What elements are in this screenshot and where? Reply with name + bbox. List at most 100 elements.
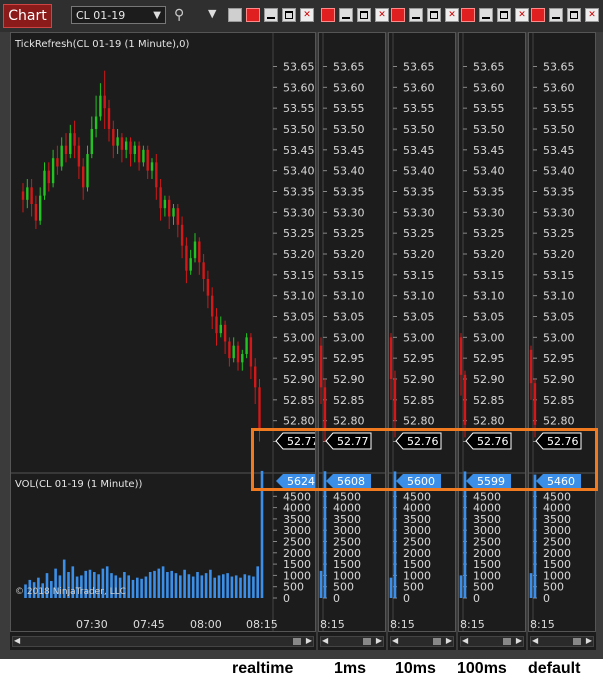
volume-bar <box>234 575 238 598</box>
maximize-icon[interactable] <box>427 8 441 22</box>
chart-panel-1ms[interactable]: 53.65 53.60 53.55 53.50 53.45 53.40 53.35 53.30… <box>318 32 386 632</box>
candle-body <box>245 337 248 354</box>
price-tick-label: 52.80 <box>473 415 505 428</box>
volume-bar <box>463 471 467 598</box>
price-tick-label: 53.25 <box>473 227 505 240</box>
price-tick-label: 53.60 <box>403 81 435 94</box>
candle-body <box>254 366 257 388</box>
candle-body <box>43 170 46 196</box>
volume-bar <box>323 471 327 598</box>
scroll-left-icon[interactable]: ◀ <box>532 636 538 645</box>
horizontal-scrollbar[interactable]: ◀ ▶ <box>460 636 524 647</box>
candle-body <box>150 162 154 171</box>
scroll-left-icon[interactable]: ◀ <box>462 636 468 645</box>
price-tick-label: 52.95 <box>283 352 315 365</box>
maximize-icon[interactable] <box>497 8 511 22</box>
volume-bar <box>157 568 161 598</box>
candle-body <box>459 337 463 375</box>
time-tick-label: 07:30 <box>76 618 108 631</box>
scroll-right-icon[interactable]: ▶ <box>586 636 592 645</box>
price-tick-label: 53.00 <box>473 331 505 344</box>
candle-body <box>82 166 85 188</box>
close-icon[interactable]: ✕ <box>445 8 459 22</box>
scroll-thumb[interactable] <box>503 638 511 645</box>
candle-body <box>323 387 327 429</box>
color-swatch-button[interactable] <box>391 8 405 22</box>
minimize-icon[interactable] <box>409 8 423 22</box>
maximize-icon[interactable] <box>357 8 371 22</box>
chart-title-tab[interactable]: Chart <box>3 4 52 28</box>
scroll-right-icon[interactable]: ▶ <box>376 636 382 645</box>
horizontal-scrollbar[interactable]: ◀ ▶ <box>530 636 594 647</box>
price-tick-label: 53.65 <box>473 61 505 74</box>
candle-body <box>529 349 533 384</box>
maximize-icon[interactable] <box>282 8 296 22</box>
candle-body <box>180 224 184 246</box>
minimize-icon[interactable] <box>264 8 278 22</box>
chart-window: Chart CL 01-19 ▼ ⚲ ▼ ✕ ✕ ✕ ✕ ✕ 53.65 53.60 53.… <box>0 0 603 659</box>
candle-body <box>73 133 76 146</box>
price-tick-label: 53.15 <box>473 269 505 282</box>
volume-tick-label: 0 <box>543 592 550 605</box>
scroll-right-icon[interactable]: ▶ <box>446 636 452 645</box>
horizontal-scrollbar[interactable]: ◀ ▶ <box>12 636 314 647</box>
caption-100ms: 100ms <box>457 660 507 677</box>
close-icon[interactable]: ✕ <box>585 8 599 22</box>
maximize-icon[interactable] <box>567 8 581 22</box>
price-tick-label: 53.60 <box>473 81 505 94</box>
scroll-right-icon[interactable]: ▶ <box>516 636 522 645</box>
close-icon[interactable]: ✕ <box>300 8 314 22</box>
scroll-left-icon[interactable]: ◀ <box>392 636 398 645</box>
scroll-left-icon[interactable]: ◀ <box>14 636 20 645</box>
color-swatch-button[interactable] <box>246 8 260 22</box>
scroll-thumb[interactable] <box>433 638 441 645</box>
price-tick-label: 53.65 <box>403 61 435 74</box>
scroll-thumb[interactable] <box>363 638 371 645</box>
price-tick-label: 53.45 <box>333 144 365 157</box>
chart-panel-100ms[interactable]: 53.65 53.60 53.55 53.50 53.45 53.40 53.35 53.30… <box>458 32 526 632</box>
chart-panel-10ms[interactable]: 53.65 53.60 53.55 53.50 53.45 53.40 53.35 53.30… <box>388 32 456 632</box>
color-swatch-button[interactable] <box>228 8 242 22</box>
price-tick-label: 52.85 <box>543 394 575 407</box>
price-tick-label: 53.15 <box>543 269 575 282</box>
horizontal-scrollbar[interactable]: ◀ ▶ <box>320 636 384 647</box>
minimize-icon[interactable] <box>549 8 563 22</box>
close-icon[interactable]: ✕ <box>515 8 529 22</box>
candle-body <box>223 324 227 342</box>
volume-bar <box>131 579 135 598</box>
candle-body <box>185 245 188 271</box>
volume-bar <box>533 474 537 598</box>
candle-body <box>107 108 111 129</box>
color-swatch-button[interactable] <box>321 8 335 22</box>
price-tick-label: 53.10 <box>283 290 315 303</box>
scroll-left-icon[interactable]: ◀ <box>322 636 328 645</box>
price-tick-label: 52.95 <box>333 352 365 365</box>
minimize-icon[interactable] <box>339 8 353 22</box>
chart-panel-realtime[interactable]: 53.65 53.60 53.55 53.50 53.45 53.40 53.35 53.30… <box>10 32 316 632</box>
price-tick-label: 53.00 <box>333 331 365 344</box>
price-tick-label: 52.85 <box>473 394 505 407</box>
candle-body <box>198 241 201 263</box>
candle-body <box>533 383 537 425</box>
color-swatch-button[interactable] <box>531 8 545 22</box>
close-icon[interactable]: ✕ <box>375 8 389 22</box>
instrument-selector[interactable]: CL 01-19 ▼ <box>71 6 166 24</box>
volume-bar <box>183 569 186 598</box>
price-tick-label: 52.80 <box>543 415 575 428</box>
price-tick-label: 53.50 <box>283 123 315 136</box>
scroll-thumb[interactable] <box>293 638 301 645</box>
scroll-right-icon[interactable]: ▶ <box>306 636 312 645</box>
price-tick-label: 52.95 <box>403 352 435 365</box>
volume-bar <box>170 570 173 598</box>
minimize-icon[interactable] <box>479 8 493 22</box>
horizontal-scrollbar[interactable]: ◀ ▶ <box>390 636 454 647</box>
candle-body <box>142 149 145 163</box>
color-swatch-button[interactable] <box>461 8 475 22</box>
chart-panel-default[interactable]: 53.65 53.60 53.55 53.50 53.45 53.40 53.35 53.30… <box>528 32 596 632</box>
price-tick-label: 53.30 <box>403 206 435 219</box>
candle-body <box>90 129 93 154</box>
scroll-thumb[interactable] <box>573 638 581 645</box>
chevron-down-icon[interactable]: ▼ <box>208 7 216 20</box>
candle-body <box>193 241 197 259</box>
magnifier-icon[interactable]: ⚲ <box>174 6 190 24</box>
